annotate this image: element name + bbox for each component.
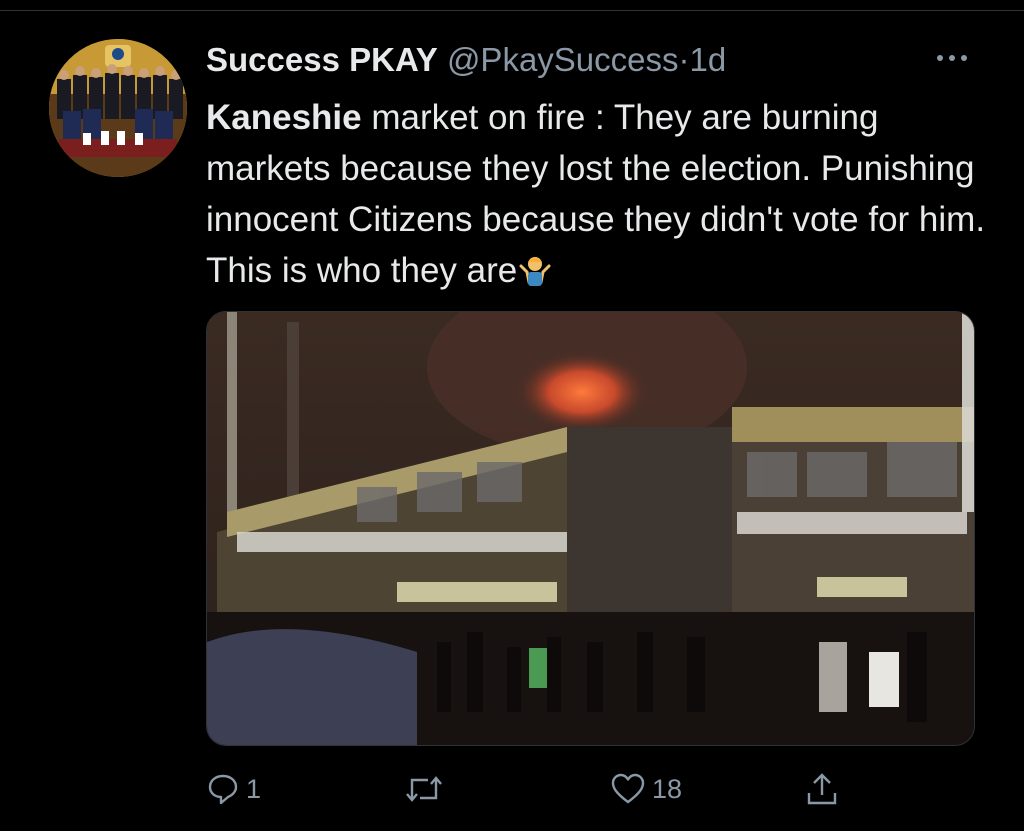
avatar[interactable] xyxy=(49,39,187,177)
display-name[interactable]: Success PKAY xyxy=(206,41,438,78)
reply-icon xyxy=(206,772,240,806)
like-button[interactable]: 18 xyxy=(610,765,682,813)
retweet-button[interactable] xyxy=(404,765,450,813)
user-handle[interactable]: @PkaySuccess xyxy=(447,41,679,78)
tweet-header: Success PKAY @PkaySuccess·1d xyxy=(206,40,726,80)
reply-count: 1 xyxy=(246,773,262,804)
top-divider xyxy=(0,10,1024,11)
heart-icon xyxy=(610,772,646,806)
tweet-text-bold: Kaneshie xyxy=(206,98,362,137)
share-button[interactable] xyxy=(804,765,840,813)
tweet-actions: 1 18 xyxy=(206,765,906,813)
separator-dot: · xyxy=(678,41,690,78)
share-icon xyxy=(804,771,840,807)
tweet-text: Kaneshie market on fire : They are burni… xyxy=(206,92,996,302)
fire-photo-image xyxy=(207,312,974,745)
man-shrugging-emoji xyxy=(517,251,553,302)
timestamp[interactable]: 1d xyxy=(690,41,727,78)
ellipsis-icon[interactable] xyxy=(932,44,972,72)
retweet-icon xyxy=(404,772,444,806)
reply-button[interactable]: 1 xyxy=(206,765,261,813)
tweet-media-photo[interactable] xyxy=(206,311,975,746)
like-count: 18 xyxy=(652,773,683,804)
